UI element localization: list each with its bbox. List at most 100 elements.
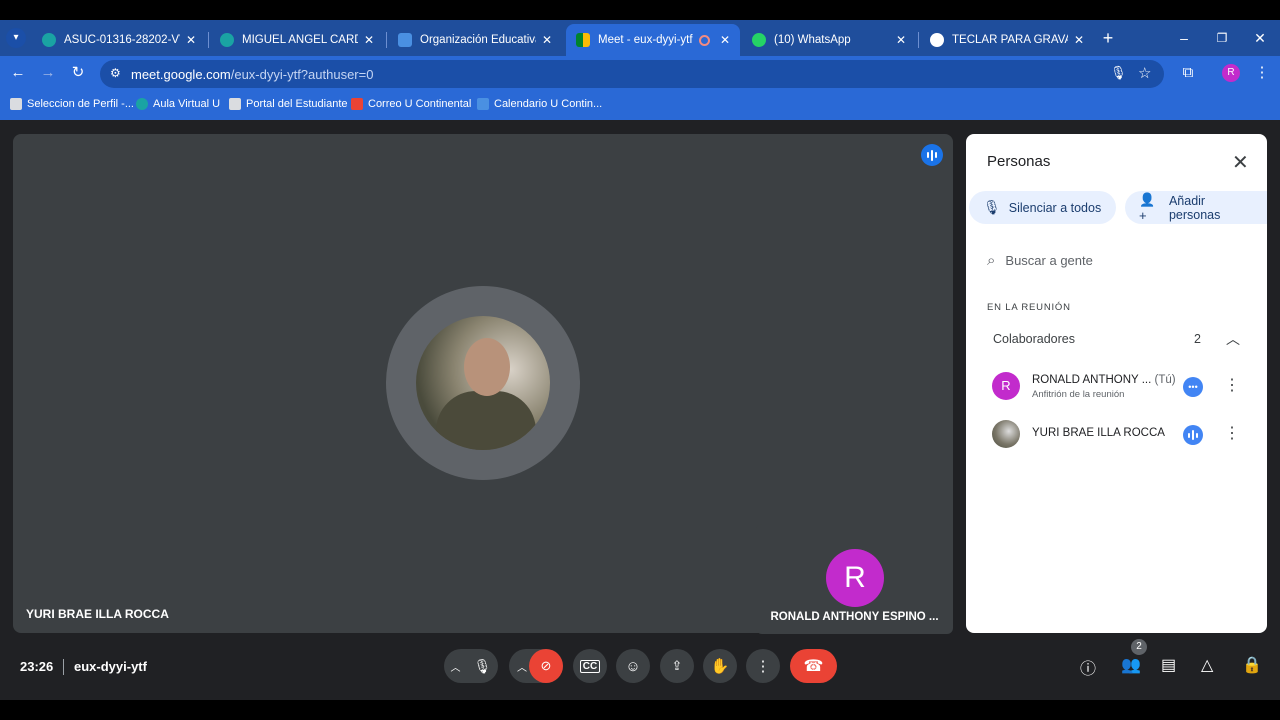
google-favicon bbox=[930, 33, 944, 47]
site-info-icon[interactable]: ⚙ bbox=[110, 66, 121, 80]
extensions-icon[interactable]: ⧉ bbox=[1178, 63, 1198, 83]
screen-top-border bbox=[0, 0, 1280, 20]
bookmark-item[interactable]: Seleccion de Perfil -... bbox=[10, 98, 134, 110]
activities-icon[interactable]: △ bbox=[1201, 655, 1213, 675]
microphone-control[interactable]: ︿ 🎙 bbox=[444, 649, 498, 683]
meeting-controls-bar: 23:26 eux-dyyi-ytf ︿ 🎙 ︿ ⊘ CC ☺ ⇪ ✋ ⋮ ☎ … bbox=[0, 639, 1280, 700]
participant-row[interactable]: YURI BRAE ILLA ROCCA ⋮ bbox=[992, 418, 1252, 448]
more-options-button[interactable]: ⋮ bbox=[746, 649, 780, 683]
gmail-icon bbox=[351, 98, 363, 110]
meeting-code: eux-dyyi-ytf bbox=[74, 659, 147, 674]
bookmark-label: Aula Virtual U bbox=[153, 98, 221, 110]
speaking-indicator-icon bbox=[921, 144, 943, 166]
bookmark-item[interactable]: Calendario U Contin... bbox=[477, 98, 602, 110]
meet-window: YURI BRAE ILLA ROCCA R RONALD ANTHONY ES… bbox=[0, 120, 1280, 700]
tab-title: TECLAR PARA GRAVAR PAI bbox=[952, 34, 1068, 46]
forward-icon[interactable]: → bbox=[38, 63, 58, 83]
host-controls-icon[interactable]: 🔒 bbox=[1242, 655, 1262, 675]
url-path: /eux-dyyi-ytf?authuser=0 bbox=[230, 67, 374, 82]
new-tab-icon[interactable]: + bbox=[1098, 28, 1118, 48]
bookmark-label: Correo U Continental bbox=[368, 98, 472, 110]
close-panel-icon[interactable]: ✕ bbox=[1232, 150, 1249, 175]
mic-off-icon: 🎙 bbox=[983, 199, 1001, 215]
microphone-icon[interactable]: 🎙 bbox=[1110, 65, 1127, 81]
captions-icon: CC bbox=[579, 659, 601, 673]
close-window-icon[interactable]: ✕ bbox=[1250, 28, 1270, 48]
close-tab-icon[interactable]: ✕ bbox=[1074, 33, 1084, 47]
people-search-input[interactable]: ⌕ Buscar a gente bbox=[987, 249, 1247, 271]
tab-organizacion[interactable]: Organización Educativa Co ✕ bbox=[388, 24, 562, 56]
bookmark-item[interactable]: Aula Virtual U bbox=[136, 98, 220, 110]
people-icon[interactable]: 👥 bbox=[1121, 655, 1141, 675]
tab-title: Meet - eux-dyyi-ytf bbox=[598, 34, 693, 46]
chat-icon[interactable]: ▤ bbox=[1161, 655, 1176, 675]
tab-meet[interactable]: Meet - eux-dyyi-ytf ✕ bbox=[566, 24, 740, 56]
reactions-button[interactable]: ☺ bbox=[616, 649, 650, 683]
close-tab-icon[interactable]: ✕ bbox=[186, 33, 196, 47]
close-tab-icon[interactable]: ✕ bbox=[542, 33, 552, 47]
speaker-ring bbox=[386, 286, 580, 480]
chevron-up-icon[interactable]: ︿ bbox=[517, 659, 527, 674]
bookmark-page-icon bbox=[10, 98, 22, 110]
present-screen-icon: ⇪ bbox=[671, 658, 683, 673]
bookmark-star-icon[interactable]: ☆ bbox=[1138, 64, 1151, 82]
search-icon: ⌕ bbox=[987, 251, 996, 269]
profile-avatar[interactable]: R bbox=[1222, 64, 1240, 82]
minimize-icon[interactable]: – bbox=[1174, 28, 1194, 48]
tab-favicon bbox=[220, 33, 234, 47]
close-tab-icon[interactable]: ✕ bbox=[896, 33, 906, 47]
tab-asuc[interactable]: ASUC-01316-28202-VV2-2 ✕ bbox=[32, 24, 206, 56]
bookmark-page-icon bbox=[136, 98, 148, 110]
captions-button[interactable]: CC bbox=[573, 649, 607, 683]
bookmark-label: Seleccion de Perfil -... bbox=[27, 98, 134, 110]
address-bar[interactable]: ⚙ meet.google.com/eux-dyyi-ytf?authuser=… bbox=[100, 60, 1164, 88]
add-people-button[interactable]: 👤+ Añadir personas bbox=[1125, 191, 1267, 224]
leave-call-button[interactable]: ☎ bbox=[790, 649, 837, 683]
tab-whatsapp[interactable]: (10) WhatsApp ✕ bbox=[742, 24, 916, 56]
chevron-up-icon[interactable]: ︿ bbox=[1226, 329, 1240, 349]
participant-options-icon[interactable]: ⋮ bbox=[1224, 375, 1240, 395]
more-vert-icon: ⋮ bbox=[755, 658, 771, 675]
close-tab-icon[interactable]: ✕ bbox=[364, 33, 374, 47]
avatar-face-shape bbox=[464, 338, 510, 396]
hang-up-icon: ☎ bbox=[803, 658, 824, 675]
meeting-info-icon[interactable]: ⓘ bbox=[1080, 655, 1096, 679]
tab-title: MIGUEL ANGEL CARDENA bbox=[242, 34, 358, 46]
screen-bottom-border bbox=[0, 700, 1280, 720]
tab-search-button[interactable]: ▾ bbox=[6, 28, 26, 48]
more-status-icon: ••• bbox=[1183, 377, 1203, 397]
browser-menu-icon[interactable]: ⋮ bbox=[1252, 63, 1272, 83]
bookmark-label: Portal del Estudiante bbox=[246, 98, 348, 110]
participant-avatar-photo bbox=[416, 316, 550, 450]
camera-control[interactable]: ︿ ⊘ bbox=[509, 649, 563, 683]
camera-off-icon[interactable]: ⊘ bbox=[529, 649, 563, 683]
participant-avatar-photo bbox=[992, 420, 1020, 448]
participant-options-icon[interactable]: ⋮ bbox=[1224, 423, 1240, 443]
close-tab-icon[interactable]: ✕ bbox=[720, 33, 730, 47]
tab-miguel[interactable]: MIGUEL ANGEL CARDENA ✕ bbox=[210, 24, 384, 56]
mute-all-button[interactable]: 🎙 Silenciar a todos bbox=[969, 191, 1116, 224]
tab-teclar[interactable]: TECLAR PARA GRAVAR PAI ✕ bbox=[920, 24, 1094, 56]
bookmark-item[interactable]: Portal del Estudiante bbox=[229, 98, 348, 110]
restore-icon[interactable]: ❐ bbox=[1212, 28, 1232, 48]
main-video-stage: YURI BRAE ILLA ROCCA R RONALD ANTHONY ES… bbox=[13, 134, 953, 634]
reload-icon[interactable]: ↻ bbox=[68, 63, 88, 83]
participant-row[interactable]: R RONALD ANTHONY ... (Tú) Anfitrión de l… bbox=[992, 370, 1252, 400]
participant-avatar: R bbox=[992, 372, 1020, 400]
self-view-tile[interactable]: R RONALD ANTHONY ESPINO ... bbox=[756, 524, 953, 634]
self-name-label: RONALD ANTHONY ESPINO ... bbox=[770, 611, 939, 623]
bookmark-item[interactable]: Correo U Continental bbox=[351, 98, 471, 110]
collaborators-group-header[interactable]: Colaboradores 2 ︿ bbox=[993, 329, 1243, 349]
participants-count-badge: 2 bbox=[1131, 639, 1147, 655]
you-label: (Tú) bbox=[1154, 374, 1176, 386]
present-button[interactable]: ⇪ bbox=[660, 649, 694, 683]
raise-hand-button[interactable]: ✋ bbox=[703, 649, 737, 683]
back-icon[interactable]: ← bbox=[8, 63, 28, 83]
self-avatar: R bbox=[826, 549, 884, 607]
microphone-icon[interactable]: 🎙 bbox=[474, 658, 492, 675]
tab-favicon bbox=[398, 33, 412, 47]
chevron-up-icon[interactable]: ︿ bbox=[451, 659, 461, 674]
hand-icon: ✋ bbox=[710, 658, 730, 675]
participant-name-text: RONALD ANTHONY ... bbox=[1032, 374, 1152, 386]
bookmark-label: Calendario U Contin... bbox=[494, 98, 603, 110]
